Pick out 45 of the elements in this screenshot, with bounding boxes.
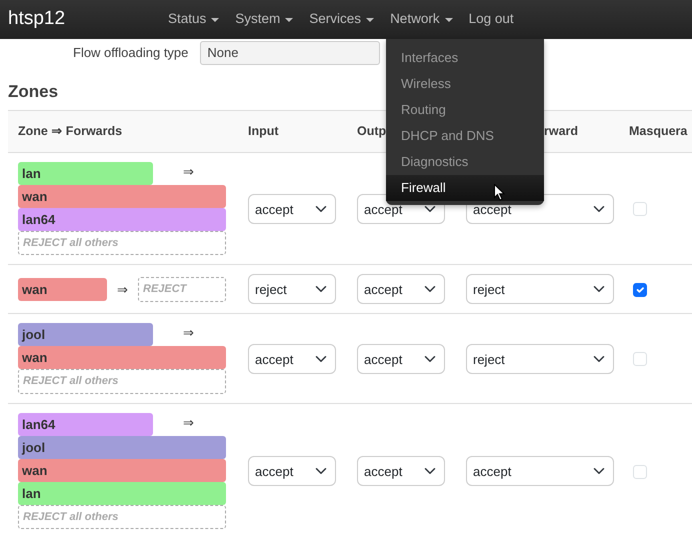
brand-title[interactable]: htsp12 [0,5,160,34]
masquerade-checkbox[interactable] [633,282,647,297]
zone-label: jool [18,436,226,459]
output-select[interactable]: accept [357,344,445,374]
input-select[interactable]: accept [248,344,336,374]
arrow-symbol: ⇒ [117,280,128,298]
zone-label: lan64 [18,412,153,436]
input-select[interactable]: reject [248,274,336,304]
zone-label: wan [18,346,226,370]
nav-menu[interactable]: Network [382,9,461,30]
zone-label: lan [18,482,226,505]
menu-item[interactable]: Interfaces [386,45,544,71]
column-header: Zone ⇒ Forwards [8,110,238,152]
menu-item[interactable]: Firewall [386,175,544,201]
zone-label: lan64 [18,208,226,231]
zone-label: wan [18,278,107,301]
column-header: Masquera [623,110,692,152]
offloading-select[interactable]: None [200,41,380,64]
nav-menu[interactable]: Log out [460,9,522,30]
nav-menu[interactable]: System [227,9,302,30]
output-select[interactable]: accept [357,456,445,486]
arrow-symbol: ⇒ [182,162,195,181]
fallback-label: REJECT all others [18,230,226,256]
mouse-pointer-icon [494,184,505,201]
field-label: Flow offloading type [73,44,188,62]
arrow-symbol: ⇒ [182,414,195,432]
nav-menu[interactable]: Services [301,9,382,30]
menu-item[interactable]: Wireless [386,71,544,97]
output-select[interactable]: accept [357,274,445,304]
forward-select[interactable]: reject [466,344,614,374]
fallback-label: REJECT all others [18,504,226,530]
nav-menu[interactable]: Status [160,9,228,30]
forward-select[interactable]: accept [466,456,614,486]
zone-label: wan [18,184,226,208]
input-select[interactable]: accept [248,456,336,486]
fallback-label: REJECT [138,277,226,302]
arrow-symbol: ⇒ [182,324,195,342]
zone-label: wan [18,458,226,482]
fallback-label: REJECT all others [18,369,226,394]
zone-label: lan [18,162,153,185]
forward-select[interactable]: reject [466,274,614,304]
column-header: Input [238,110,347,152]
section-title: Zones [8,80,58,102]
zone-label: jool [18,323,153,346]
input-select[interactable]: accept [248,194,336,224]
